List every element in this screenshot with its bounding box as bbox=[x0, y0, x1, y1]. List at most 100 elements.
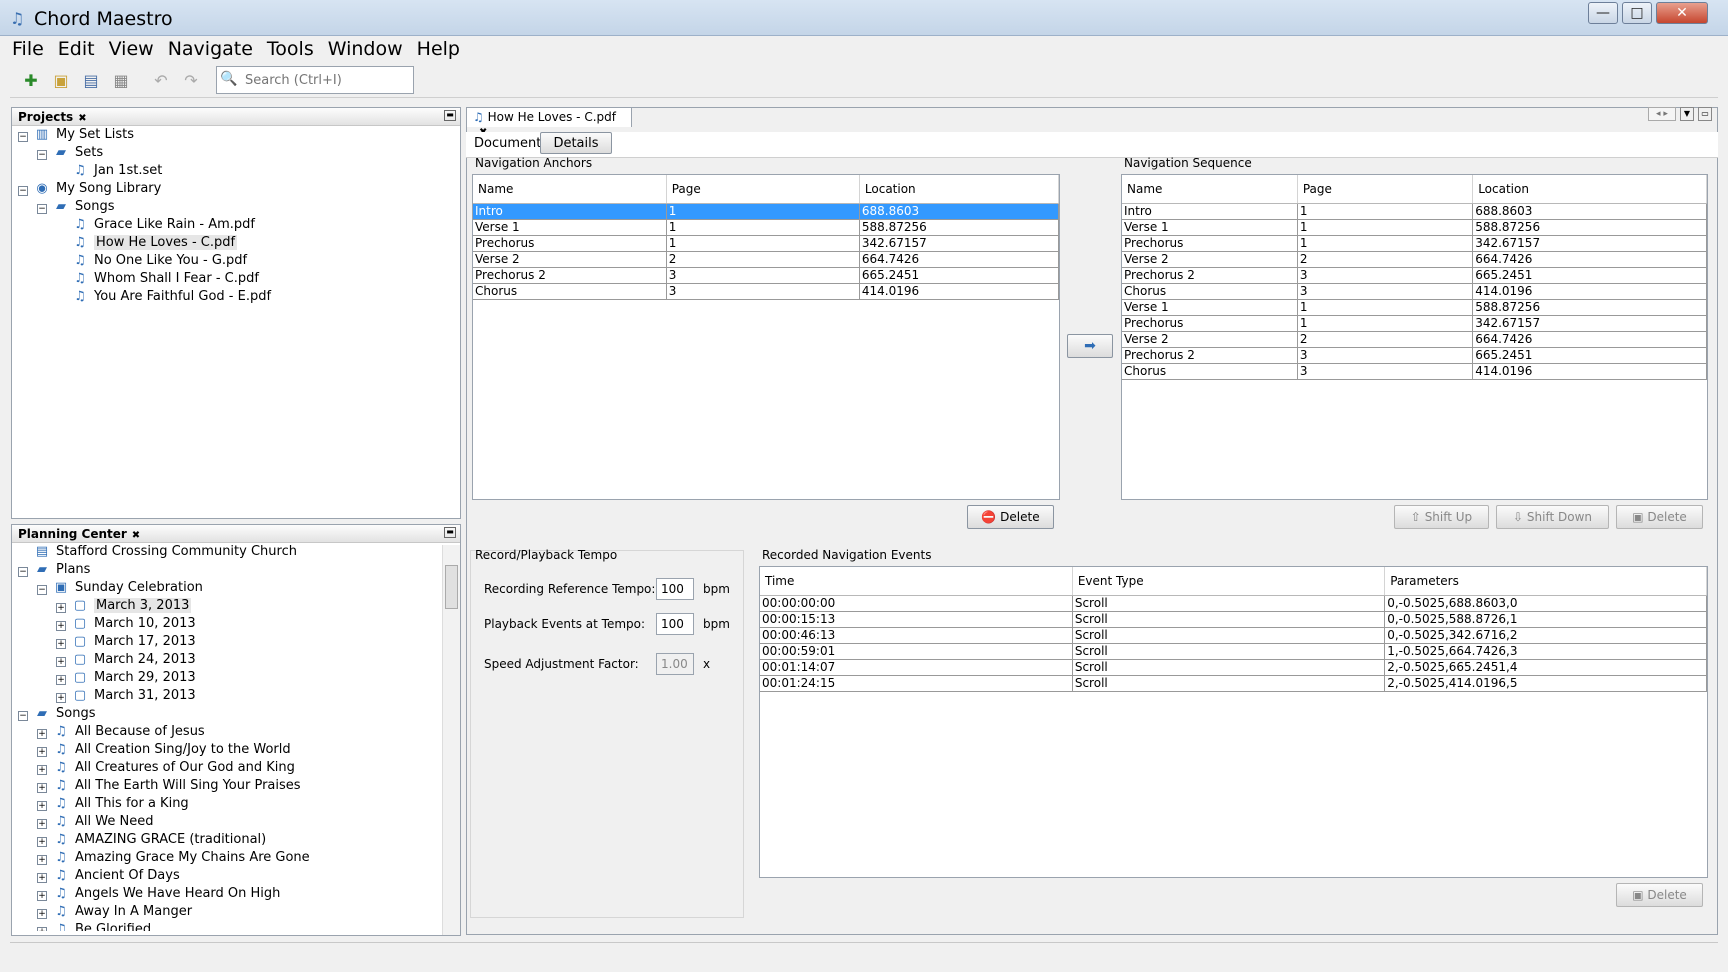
close-button[interactable]: ✕ bbox=[1656, 2, 1708, 24]
expand-icon[interactable]: + bbox=[37, 819, 47, 829]
tree-item[interactable]: ♫ Whom Shall I Fear - C.pdf bbox=[18, 270, 460, 288]
tree-item[interactable]: + ▢ March 10, 2013 bbox=[18, 615, 440, 633]
undo-icon[interactable]: ↶ bbox=[150, 70, 172, 92]
expand-icon[interactable]: + bbox=[37, 729, 47, 739]
expand-icon[interactable]: + bbox=[56, 675, 66, 685]
expand-icon[interactable]: + bbox=[56, 693, 66, 703]
expand-icon[interactable]: + bbox=[37, 909, 47, 919]
table-row[interactable]: Chorus 3 414.0196 bbox=[1122, 363, 1707, 380]
save-icon[interactable]: ▦ bbox=[110, 70, 132, 92]
tree-item[interactable]: + ♫ All Creation Sing/Joy to the World bbox=[18, 741, 440, 759]
table-row[interactable]: Prechorus 2 3 665.2451 bbox=[1122, 347, 1707, 364]
tree-item[interactable]: ▤ Stafford Crossing Community Church bbox=[18, 543, 440, 561]
expand-icon[interactable]: + bbox=[56, 603, 66, 613]
column-header[interactable]: Page bbox=[1297, 175, 1474, 204]
table-row[interactable]: Intro 1 688.8603 bbox=[1122, 203, 1707, 220]
search-input[interactable] bbox=[245, 70, 409, 90]
column-header[interactable]: Name bbox=[1122, 175, 1298, 204]
planning-scrollbar[interactable] bbox=[442, 545, 460, 935]
tree-item[interactable]: ♫ Jan 1st.set bbox=[18, 162, 460, 180]
shift-down-button[interactable]: ⇩ Shift Down bbox=[1496, 505, 1609, 529]
table-row[interactable]: Verse 1 1 588.87256 bbox=[473, 219, 1059, 236]
expand-icon[interactable]: + bbox=[56, 621, 66, 631]
tree-item[interactable]: ♫ You Are Faithful God - E.pdf bbox=[18, 288, 460, 306]
collapse-icon[interactable]: − bbox=[37, 585, 47, 595]
sequence-delete-button[interactable]: ▣ Delete bbox=[1616, 505, 1703, 529]
tree-item[interactable]: + ♫ Ancient Of Days bbox=[18, 867, 440, 885]
expand-icon[interactable]: + bbox=[37, 765, 47, 775]
table-row[interactable]: Chorus 3 414.0196 bbox=[473, 283, 1059, 300]
expand-icon[interactable]: + bbox=[37, 891, 47, 901]
shift-up-button[interactable]: ⇧ Shift Up bbox=[1394, 505, 1489, 529]
maximize-editor-icon[interactable]: ▭ bbox=[1698, 107, 1712, 121]
table-row[interactable]: 00:00:59:01 Scroll 1,-0.5025,664.7426,3 bbox=[760, 643, 1707, 660]
anchors-delete-button[interactable]: ⛔ Delete bbox=[967, 505, 1054, 529]
tree-item[interactable]: − ▣ Sunday Celebration bbox=[18, 579, 440, 597]
table-row[interactable]: 00:01:24:15 Scroll 2,-0.5025,414.0196,5 bbox=[760, 675, 1707, 692]
collapse-icon[interactable]: − bbox=[37, 150, 47, 160]
tree-item[interactable]: − ▰ Songs bbox=[18, 705, 440, 723]
tree-item[interactable]: + ♫ All The Earth Will Sing Your Praises bbox=[18, 777, 440, 795]
expand-icon[interactable]: + bbox=[37, 747, 47, 757]
tree-item[interactable]: + ▢ March 17, 2013 bbox=[18, 633, 440, 651]
table-row[interactable]: Verse 2 2 664.7426 bbox=[1122, 331, 1707, 348]
tab-list-icon[interactable]: ▼ bbox=[1680, 107, 1694, 121]
table-row[interactable]: Verse 1 1 588.87256 bbox=[1122, 299, 1707, 316]
expand-icon[interactable]: + bbox=[37, 873, 47, 883]
table-row[interactable]: Chorus 3 414.0196 bbox=[1122, 283, 1707, 300]
collapse-icon[interactable]: − bbox=[18, 186, 28, 196]
menu-edit[interactable]: Edit bbox=[56, 38, 97, 64]
editor-tab[interactable]: ♫ How He Loves - C.pdf ✖ bbox=[466, 107, 632, 138]
play-tempo-field[interactable]: 100 bbox=[656, 613, 694, 635]
table-row[interactable]: Verse 1 1 588.87256 bbox=[1122, 219, 1707, 236]
table-row[interactable]: Prechorus 1 342.67157 bbox=[1122, 315, 1707, 332]
tree-item[interactable]: + ♫ Be Glorified bbox=[18, 921, 440, 931]
menu-file[interactable]: File bbox=[10, 38, 46, 64]
scroll-thumb[interactable] bbox=[445, 565, 458, 609]
table-row[interactable]: Verse 2 2 664.7426 bbox=[473, 251, 1059, 268]
tree-item[interactable]: + ♫ Away In A Manger bbox=[18, 903, 440, 921]
expand-icon[interactable]: + bbox=[56, 639, 66, 649]
expand-icon[interactable]: + bbox=[37, 927, 47, 931]
table-row[interactable]: 00:01:14:07 Scroll 2,-0.5025,665.2451,4 bbox=[760, 659, 1707, 676]
expand-icon[interactable]: + bbox=[37, 801, 47, 811]
tree-item[interactable]: ♫ How He Loves - C.pdf bbox=[18, 234, 460, 252]
menu-help[interactable]: Help bbox=[415, 38, 462, 64]
tree-item[interactable]: − ▥ My Set Lists bbox=[18, 126, 460, 144]
tree-item[interactable]: + ▢ March 3, 2013 bbox=[18, 597, 440, 615]
rec-tempo-field[interactable]: 100 bbox=[656, 578, 694, 600]
collapse-icon[interactable]: − bbox=[18, 567, 28, 577]
table-row[interactable]: Prechorus 2 3 665.2451 bbox=[473, 267, 1059, 284]
collapse-icon[interactable]: − bbox=[18, 132, 28, 142]
table-row[interactable]: Prechorus 1 342.67157 bbox=[473, 235, 1059, 252]
minimize-panel-icon[interactable]: ▬ bbox=[444, 110, 456, 121]
tree-item[interactable]: + ♫ All This for a King bbox=[18, 795, 440, 813]
column-header[interactable]: Event Type bbox=[1072, 567, 1386, 596]
column-header[interactable]: Page bbox=[666, 175, 860, 204]
table-row[interactable]: Prechorus 1 342.67157 bbox=[1122, 235, 1707, 252]
tree-item[interactable]: + ▢ March 24, 2013 bbox=[18, 651, 440, 669]
menu-window[interactable]: Window bbox=[326, 38, 405, 64]
expand-icon[interactable]: + bbox=[56, 657, 66, 667]
table-row[interactable]: 00:00:00:00 Scroll 0,-0.5025,688.8603,0 bbox=[760, 595, 1707, 612]
tree-item[interactable]: − ◉ My Song Library bbox=[18, 180, 460, 198]
maximize-button[interactable]: □ bbox=[1622, 2, 1652, 24]
close-panel-icon[interactable]: ✖ bbox=[78, 113, 86, 124]
tree-item[interactable]: + ▢ March 29, 2013 bbox=[18, 669, 440, 687]
table-row[interactable]: Verse 2 2 664.7426 bbox=[1122, 251, 1707, 268]
column-header[interactable]: Parameters bbox=[1384, 567, 1707, 596]
column-header[interactable]: Location bbox=[859, 175, 1059, 204]
minimize-button[interactable]: — bbox=[1588, 2, 1618, 24]
tree-item[interactable]: + ♫ All We Need bbox=[18, 813, 440, 831]
new-folder-icon[interactable]: ▣ bbox=[50, 70, 72, 92]
table-row[interactable]: Intro 1 688.8603 bbox=[473, 203, 1059, 220]
collapse-icon[interactable]: − bbox=[18, 711, 28, 721]
tree-item[interactable]: ♫ No One Like You - G.pdf bbox=[18, 252, 460, 270]
tree-item[interactable]: − ▰ Songs bbox=[18, 198, 460, 216]
tree-item[interactable]: + ♫ Angels We Have Heard On High bbox=[18, 885, 440, 903]
tree-item[interactable]: + ♫ AMAZING GRACE (traditional) bbox=[18, 831, 440, 849]
menu-view[interactable]: View bbox=[107, 38, 156, 64]
tab-details[interactable]: Details bbox=[540, 132, 612, 154]
tree-item[interactable]: ♫ Grace Like Rain - Am.pdf bbox=[18, 216, 460, 234]
tree-item[interactable]: − ▰ Sets bbox=[18, 144, 460, 162]
